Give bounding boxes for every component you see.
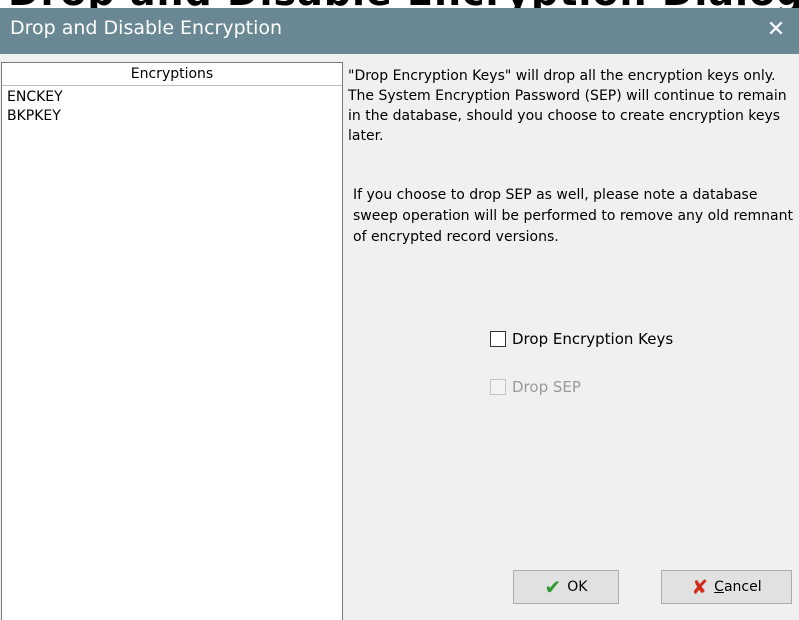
cancel-button[interactable]: ✘ Cancel: [661, 570, 792, 604]
info-panel: "Drop Encryption Keys" will drop all the…: [343, 62, 799, 620]
ok-button-label: OK: [567, 579, 588, 595]
cancel-button-label: Cancel: [714, 579, 761, 595]
drop-sep-description: If you choose to drop SEP as well, pleas…: [353, 187, 793, 245]
list-item-bkpkey[interactable]: BKPKEY: [7, 107, 63, 126]
drop-keys-description: "Drop Encryption Keys" will drop all the…: [348, 68, 787, 144]
cancel-x-icon: ✘: [691, 575, 709, 599]
dialog-window: Drop and Disable Encryption ✕ Encryption…: [0, 8, 799, 620]
close-icon: ✕: [766, 17, 786, 42]
title-bar: Drop and Disable Encryption ✕: [0, 8, 799, 54]
ok-button[interactable]: ✔ OK: [513, 570, 619, 604]
window-title: Drop and Disable Encryption: [10, 17, 283, 39]
cancel-mnemonic: C: [714, 579, 724, 595]
close-button[interactable]: ✕: [753, 8, 799, 54]
drop-sep-checkbox: [490, 379, 506, 395]
drop-encryption-keys-label[interactable]: Drop Encryption Keys: [512, 330, 673, 348]
encryptions-list[interactable]: Encryptions ENCKEY BKPKEY: [1, 62, 343, 620]
drop-encryption-keys-option[interactable]: Drop Encryption Keys: [490, 330, 673, 348]
encryptions-column-header[interactable]: Encryptions: [2, 63, 342, 86]
checkmark-icon: ✔: [544, 575, 562, 599]
encryptions-list-items: ENCKEY BKPKEY: [7, 88, 63, 126]
drop-sep-label: Drop SEP: [512, 378, 581, 396]
list-item-enckey[interactable]: ENCKEY: [7, 88, 63, 107]
drop-encryption-keys-checkbox[interactable]: [490, 331, 506, 347]
drop-sep-option: Drop SEP: [490, 378, 581, 396]
cancel-label-rest: ancel: [723, 579, 762, 595]
